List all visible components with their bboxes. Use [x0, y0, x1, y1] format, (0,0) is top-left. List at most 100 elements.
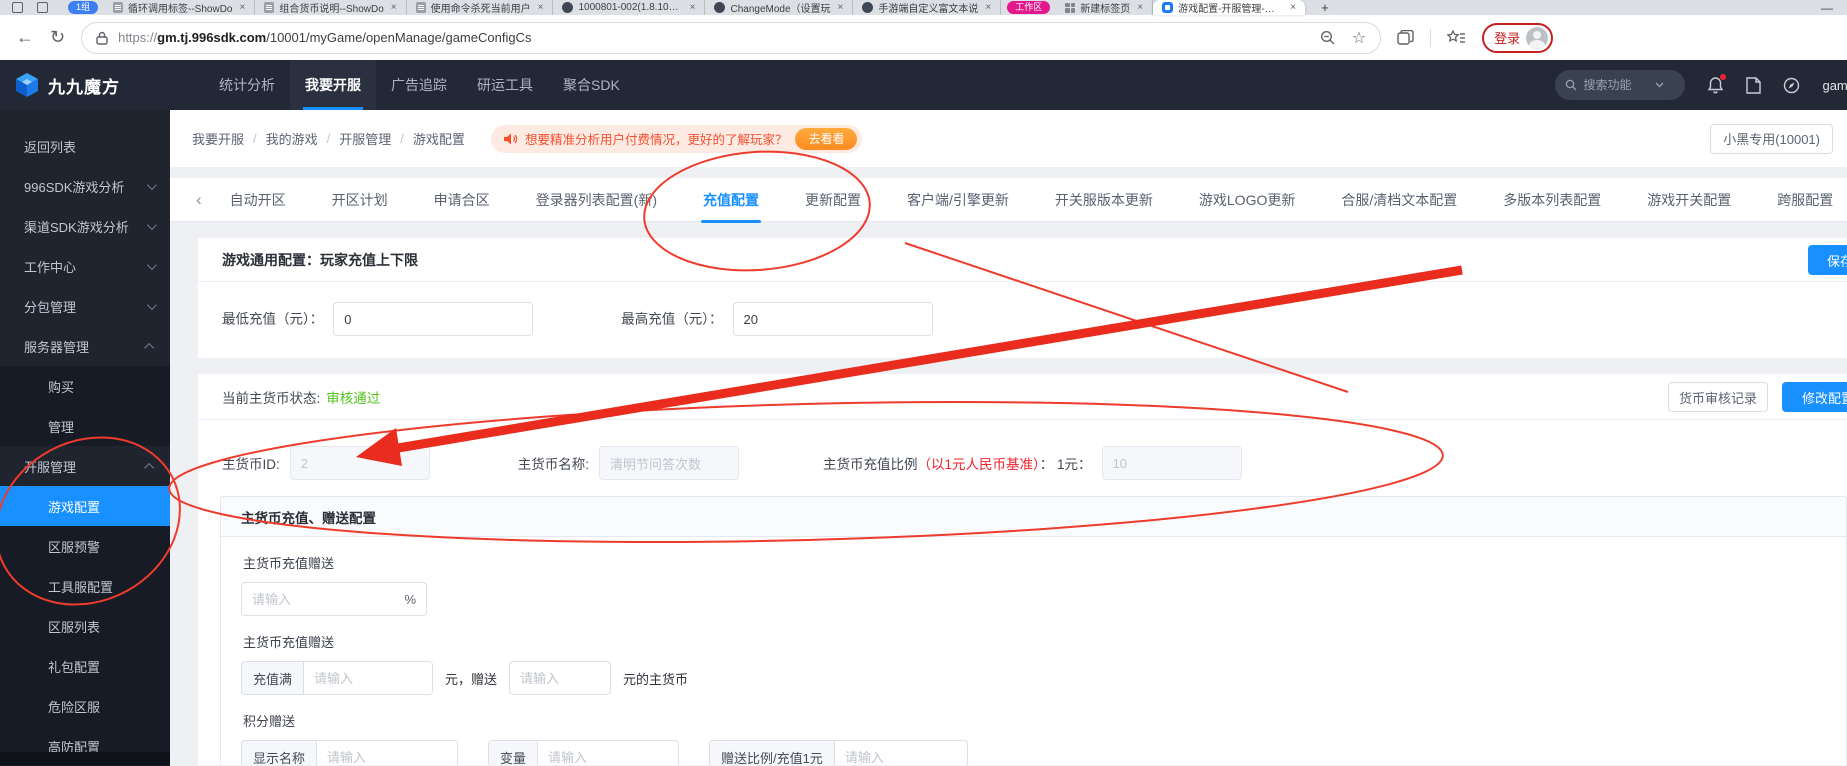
minimize-button[interactable]: —	[1821, 1, 1833, 15]
back-icon[interactable]: ←	[16, 27, 34, 48]
window-icon[interactable]	[37, 2, 48, 13]
site-favicon	[562, 2, 574, 13]
chevron-down-icon	[1656, 82, 1664, 88]
new-tab-button[interactable]: +	[1321, 0, 1329, 15]
sidebar-item-zone-list[interactable]: 区服列表	[0, 606, 170, 646]
browser-tab-active[interactable]: 游戏配置-开服管理-我的 ×	[1153, 0, 1306, 15]
sidebar-item-purchase[interactable]: 购买	[0, 366, 170, 406]
sidebar-item-back-to-list[interactable]: 返回列表	[0, 126, 170, 166]
function-search[interactable]	[1555, 70, 1686, 100]
sidebar-item-danger-zone[interactable]: 危险区服	[0, 686, 170, 726]
collections-icon[interactable]	[1397, 29, 1414, 46]
points-variable-input[interactable]	[538, 741, 679, 765]
sidebar-item-gift-config[interactable]: 礼包配置	[0, 646, 170, 686]
browser-tab[interactable]: 使用命令杀死当前用户 ×	[407, 0, 554, 15]
browser-tab[interactable]: ChangeMode（设置玩 ×	[705, 0, 854, 15]
sidebar-item-tool-server-config[interactable]: 工具服配置	[0, 566, 170, 606]
tab-apply-merge-zone[interactable]: 申请合区	[434, 190, 490, 210]
sidebar-group-996sdk-analytics[interactable]: 996SDK游戏分析	[0, 166, 170, 206]
page-tab-strip: ‹ 自动开区 开区计划 申请合区 登录器列表配置(新) 充值配置 更新配置 客户…	[170, 178, 1847, 223]
min-recharge-input[interactable]	[333, 302, 534, 336]
browser-tab[interactable]: 1000801-002(1.8.108)-- ×	[553, 0, 706, 15]
tab-open-zone-plan[interactable]: 开区计划	[332, 190, 388, 210]
breadcrumb-item[interactable]: 游戏配置	[413, 129, 465, 148]
currency-review-log-button[interactable]: 货币审核记录	[1668, 382, 1768, 412]
breadcrumb-item[interactable]: 我的游戏	[266, 129, 318, 148]
tab-multi-version-list-config[interactable]: 多版本列表配置	[1503, 190, 1601, 210]
browser-tab[interactable]: 组合货币说明--ShowDo ×	[255, 0, 407, 15]
tab-launcher-list-config[interactable]: 登录器列表配置(新)	[536, 190, 657, 210]
close-icon[interactable]: ×	[838, 2, 844, 13]
max-recharge-input[interactable]	[732, 302, 933, 336]
points-display-name-input[interactable]	[317, 741, 458, 765]
chevron-down-icon	[146, 219, 157, 230]
zoom-out-icon[interactable]	[1320, 30, 1336, 46]
nav-item-stats[interactable]: 统计分析	[204, 60, 290, 110]
close-icon[interactable]: ×	[1290, 2, 1296, 13]
tab-switch-server-version-update[interactable]: 开关服版本更新	[1055, 190, 1153, 210]
browser-tab-new-tab-page[interactable]: 新建标签页 ×	[1056, 0, 1154, 15]
sidebar-group-open-server-manage[interactable]: 开服管理	[0, 446, 170, 486]
bookmark-star-icon[interactable]: ☆	[1352, 28, 1366, 48]
search-icon	[1566, 79, 1577, 91]
points-ratio-addon: 赠送比例/充值1元	[710, 741, 835, 765]
sidebar-item-game-config[interactable]: 游戏配置	[0, 486, 170, 526]
refresh-icon[interactable]: ↻	[50, 27, 65, 48]
card-title: 游戏通用配置：玩家充值上下限	[198, 238, 1847, 282]
tier-suffix-text: 元的主货币	[623, 671, 689, 687]
tab-cross-server-config[interactable]: 跨服配置	[1777, 190, 1833, 210]
tier-amount-input[interactable]	[304, 662, 433, 694]
document-icon	[415, 2, 426, 13]
close-icon[interactable]: ×	[985, 2, 991, 13]
tab-game-switch-config[interactable]: 游戏开关配置	[1647, 190, 1731, 210]
close-icon[interactable]: ×	[538, 2, 544, 13]
promo-banner: 想要精准分析用户付费情况，更好的了解玩家？ 去看看	[490, 124, 863, 153]
breadcrumb-item[interactable]: 开服管理	[339, 129, 391, 148]
tab-recharge-config[interactable]: 充值配置	[701, 190, 761, 223]
document-button[interactable]	[1746, 76, 1762, 94]
browser-tab[interactable]: 循环调用标签--ShowDo ×	[104, 0, 256, 15]
game-selector[interactable]: 小黑专用(10001)	[1710, 123, 1833, 154]
modify-config-button[interactable]: 修改配置	[1782, 382, 1847, 412]
tab-auto-open-zone[interactable]: 自动开区	[230, 190, 286, 210]
sidebar-item-manage[interactable]: 管理	[0, 406, 170, 446]
banner-go-button[interactable]: 去看看	[795, 127, 858, 150]
tab-client-engine-update[interactable]: 客户端/引擎更新	[907, 190, 1009, 210]
browser-tab[interactable]: 手游端自定义富文本说 ×	[853, 0, 1002, 15]
tab-group-2[interactable]: 工作区	[1007, 1, 1051, 14]
close-icon[interactable]: ×	[690, 2, 696, 13]
notifications-button[interactable]	[1707, 74, 1727, 94]
nav-item-sdk[interactable]: 聚合SDK	[548, 60, 635, 110]
nav-item-ad-tracking[interactable]: 广告追踪	[376, 60, 462, 110]
tab-game-logo-update[interactable]: 游戏LOGO更新	[1199, 190, 1295, 210]
breadcrumb-item[interactable]: 我要开服	[192, 129, 244, 148]
sidebar-item-zone-warning[interactable]: 区服预警	[0, 526, 170, 566]
app-logo[interactable]: 九九魔方	[14, 72, 120, 98]
tab-update-config[interactable]: 更新配置	[805, 190, 861, 210]
percent-gift-input[interactable]	[252, 591, 399, 607]
close-icon[interactable]: ×	[239, 2, 245, 13]
close-icon[interactable]: ×	[1137, 2, 1143, 13]
favorites-bar-icon[interactable]	[1447, 29, 1466, 46]
save-button[interactable]: 保存	[1808, 245, 1847, 275]
window-icon[interactable]	[12, 2, 23, 13]
sidebar-group-package-manage[interactable]: 分包管理	[0, 286, 170, 326]
address-bar[interactable]: https://gm.tj.996sdk.com/10001/myGame/op…	[81, 21, 1382, 54]
currency-status-value: 审核通过	[326, 390, 381, 406]
tier-gift-input[interactable]	[510, 662, 611, 694]
points-ratio-input[interactable]	[834, 741, 967, 765]
sidebar-group-work-center[interactable]: 工作中心	[0, 246, 170, 286]
sidebar-group-server-manage[interactable]: 服务器管理	[0, 326, 170, 366]
nav-item-open-server[interactable]: 我要开服	[290, 60, 376, 110]
nav-item-tools[interactable]: 研运工具	[462, 60, 548, 110]
browser-sign-in-button[interactable]: 登录	[1482, 22, 1554, 53]
tab-merge-wipe-text-config[interactable]: 合服/清档文本配置	[1341, 190, 1457, 210]
tab-group-1[interactable]: 1组	[68, 1, 99, 14]
tier-gift-row: 充值满 元，赠送 元的主货币	[241, 661, 1826, 695]
search-input[interactable]	[1583, 78, 1650, 92]
compass-icon[interactable]	[1783, 77, 1800, 94]
sidebar-group-channel-sdk-analytics[interactable]: 渠道SDK游戏分析	[0, 206, 170, 246]
tabs-scroll-left-icon[interactable]: ‹	[196, 190, 202, 210]
username-partial[interactable]: game	[1822, 78, 1847, 93]
close-icon[interactable]: ×	[391, 2, 397, 13]
